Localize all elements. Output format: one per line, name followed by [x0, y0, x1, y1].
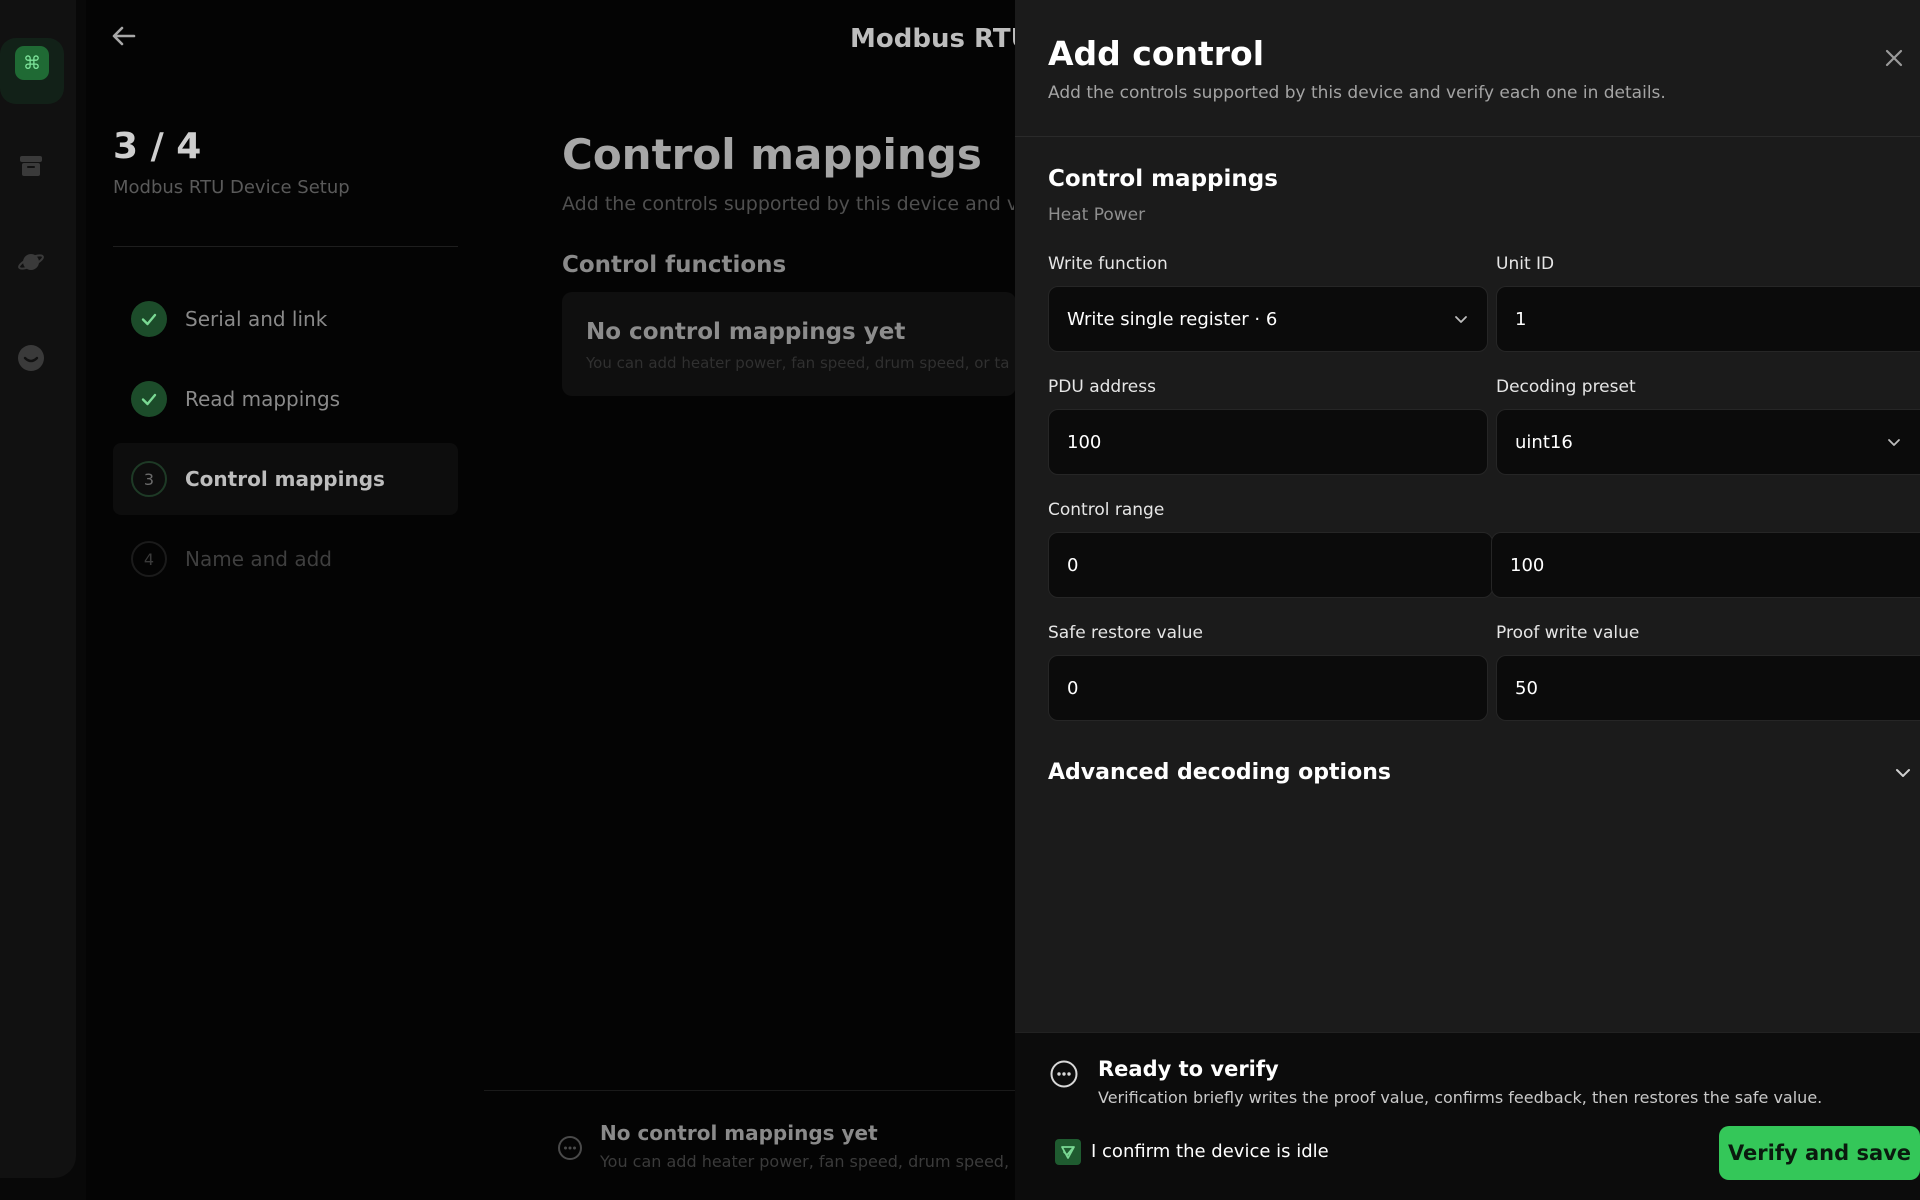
chevron-down-icon [1896, 769, 1910, 777]
control-range-min-input[interactable]: 0 [1048, 532, 1493, 598]
bottom-note-title: No control mappings yet [600, 1121, 878, 1145]
decoding-preset-value: uint16 [1515, 431, 1573, 453]
planet-icon[interactable] [13, 244, 49, 280]
nav-rail: ⌘ [0, 0, 76, 1178]
stepper-divider [113, 246, 458, 247]
bottom-note-description: You can add heater power, fan speed, dru… [600, 1152, 1015, 1171]
close-icon[interactable] [1882, 46, 1906, 70]
control-range-max-value: 100 [1510, 554, 1545, 576]
step-read-mappings[interactable]: Read mappings [113, 363, 458, 435]
ready-description: Verification briefly writes the proof va… [1098, 1088, 1823, 1107]
command-icon[interactable]: ⌘ [15, 46, 49, 80]
step-counter: 3 / 4 [113, 126, 202, 167]
add-control-drawer: Add control Add the controls supported b… [1015, 0, 1920, 1200]
check-icon [1061, 1146, 1075, 1159]
write-function-select[interactable]: Write single register · 6 [1048, 286, 1488, 352]
check-icon [131, 301, 167, 337]
safe-restore-value: 0 [1067, 677, 1079, 699]
decoding-preset-select[interactable]: uint16 [1496, 409, 1920, 475]
confirm-idle-label[interactable]: I confirm the device is idle [1091, 1141, 1329, 1162]
control-range-max-input[interactable]: 100 [1491, 532, 1920, 598]
step-label: Control mappings [185, 467, 385, 491]
write-function-label: Write function [1048, 254, 1168, 274]
main-description: Add the controls supported by this devic… [562, 193, 1014, 215]
main-title: Control mappings [562, 130, 982, 179]
proof-write-label: Proof write value [1496, 623, 1640, 643]
bottom-divider [484, 1090, 1015, 1091]
pdu-address-label: PDU address [1048, 377, 1156, 397]
step-control-mappings[interactable]: 3 Control mappings [113, 443, 458, 515]
drawer-subtitle: Add the controls supported by this devic… [1048, 83, 1666, 103]
unit-id-input[interactable]: 1 [1496, 286, 1920, 352]
proof-write-value: 50 [1515, 677, 1538, 699]
decoding-preset-label: Decoding preset [1496, 377, 1636, 397]
page-header-title: Modbus RTU [850, 24, 1032, 54]
proof-write-input[interactable]: 50 [1496, 655, 1920, 721]
ready-title: Ready to verify [1098, 1057, 1279, 1081]
drawer-header: Add control Add the controls supported b… [1015, 0, 1920, 137]
back-arrow-icon[interactable] [110, 22, 138, 50]
archive-icon[interactable] [13, 148, 49, 184]
empty-state-description: You can add heater power, fan speed, dru… [586, 354, 1010, 372]
write-function-value: Write single register · 6 [1067, 308, 1278, 330]
section-title: Control mappings [1048, 166, 1278, 192]
drawer-footer: Ready to verify Verification briefly wri… [1015, 1032, 1920, 1200]
step-serial-and-link[interactable]: Serial and link [113, 283, 458, 355]
chevron-down-icon [1888, 439, 1900, 446]
safe-restore-label: Safe restore value [1048, 623, 1203, 643]
step-label: Read mappings [185, 387, 341, 411]
unit-id-label: Unit ID [1496, 254, 1555, 274]
advanced-decoding-toggle[interactable]: Advanced decoding options [1048, 752, 1920, 792]
confirm-idle-checkbox[interactable] [1055, 1139, 1081, 1165]
safe-restore-input[interactable]: 0 [1048, 655, 1488, 721]
unit-id-value: 1 [1515, 308, 1527, 330]
step-number-badge: 4 [131, 541, 167, 577]
empty-state-title: No control mappings yet [586, 319, 906, 345]
chevron-down-icon [1455, 316, 1467, 323]
smiley-icon[interactable] [13, 340, 49, 376]
control-range-min-value: 0 [1067, 554, 1079, 576]
step-label: Serial and link [185, 307, 328, 331]
step-name-and-add[interactable]: 4 Name and add [113, 523, 458, 595]
more-circle-icon [1049, 1059, 1079, 1089]
control-range-label: Control range [1048, 500, 1165, 520]
more-circle-icon [557, 1135, 583, 1161]
check-icon [131, 381, 167, 417]
verify-and-save-button[interactable]: Verify and save [1719, 1126, 1920, 1180]
pdu-address-input[interactable]: 100 [1048, 409, 1488, 475]
drawer-title: Add control [1048, 34, 1265, 73]
section-subtitle: Heat Power [1048, 205, 1146, 225]
stepper-subtitle: Modbus RTU Device Setup [113, 177, 350, 198]
control-functions-title: Control functions [562, 252, 787, 278]
empty-state-card: No control mappings yet You can add heat… [562, 292, 1016, 396]
pdu-address-value: 100 [1067, 431, 1102, 453]
step-label: Name and add [185, 547, 332, 571]
step-number-badge: 3 [131, 461, 167, 497]
advanced-decoding-label: Advanced decoding options [1048, 759, 1391, 785]
